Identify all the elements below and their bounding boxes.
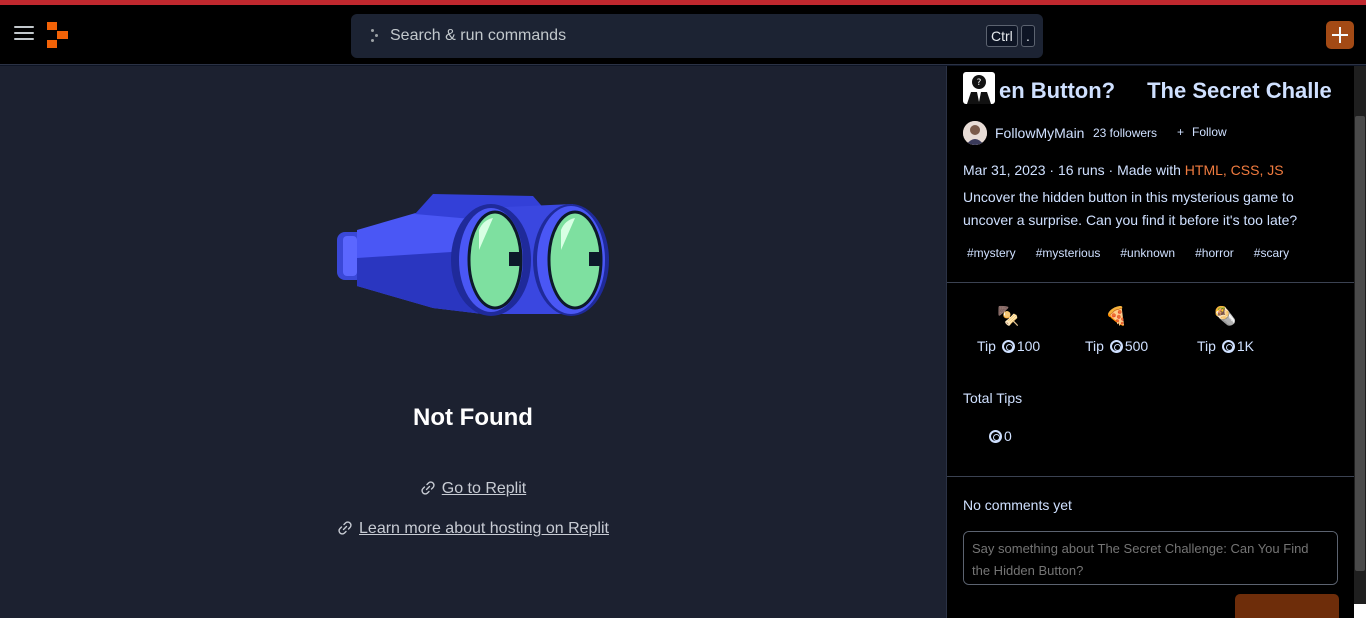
followers-count[interactable]: 23 followers xyxy=(1093,126,1157,140)
plus-icon: + xyxy=(1177,125,1185,139)
tip-100-button[interactable]: 🍢 Tip 100 xyxy=(977,306,1040,354)
learn-more-link[interactable]: Learn more about hosting on Replit xyxy=(359,520,609,537)
author-avatar[interactable] xyxy=(963,121,987,145)
tech-links[interactable]: HTML, CSS, JS xyxy=(1185,162,1284,178)
repl-description: Uncover the hidden button in this myster… xyxy=(963,189,1298,228)
svg-text:?: ? xyxy=(977,78,982,88)
link-icon xyxy=(421,481,435,495)
kbd-dot: . xyxy=(1021,25,1035,47)
author-row: FollowMyMain 23 followers + Follow xyxy=(963,121,1343,145)
tip-label: Tip xyxy=(1197,338,1216,354)
tag-mystery[interactable]: #mystery xyxy=(963,244,1020,262)
tag-unknown[interactable]: #unknown xyxy=(1116,244,1179,262)
repl-cover-icon: ? xyxy=(963,72,995,104)
top-bar: Search & run commands Ctrl . xyxy=(0,5,1366,65)
kbd-ctrl: Ctrl xyxy=(986,25,1018,47)
no-comments-text: No comments yet xyxy=(963,497,1072,513)
tag-horror[interactable]: #horror xyxy=(1191,244,1238,262)
tip-amount: 1K xyxy=(1236,338,1254,354)
learn-more-row: Learn more about hosting on Replit xyxy=(0,520,946,538)
command-icon xyxy=(369,29,381,43)
total-tips-label: Total Tips xyxy=(963,390,1023,406)
replit-logo[interactable] xyxy=(47,22,69,48)
tip-emoji: 🍕 xyxy=(1105,306,1128,326)
comment-input[interactable] xyxy=(963,531,1338,585)
scroll-corner xyxy=(1354,604,1366,618)
tip-amount: 100 xyxy=(1016,338,1041,354)
tag-scary[interactable]: #scary xyxy=(1250,244,1293,262)
search-placeholder: Search & run commands xyxy=(390,27,567,44)
tip-label: Tip xyxy=(977,338,996,354)
cycles-icon xyxy=(989,430,1002,443)
go-to-replit-row: Go to Replit xyxy=(0,480,946,498)
create-button[interactable] xyxy=(1326,21,1354,49)
go-to-replit-link[interactable]: Go to Replit xyxy=(442,480,526,497)
tip-1k-button[interactable]: 🌯 Tip 1K xyxy=(1197,306,1254,354)
post-comment-button[interactable] xyxy=(1235,594,1339,618)
tip-amount: 500 xyxy=(1124,338,1149,354)
cycles-icon xyxy=(1221,340,1235,353)
cycles-icon xyxy=(1001,340,1015,353)
scrollbar-thumb[interactable] xyxy=(1355,116,1365,571)
repl-meta: Mar 31, 2023 · 16 runs · Made with HTML,… xyxy=(963,162,1284,178)
repl-title-part-a: en Button? xyxy=(999,78,1116,103)
total-tips-amount: 0 xyxy=(1004,428,1012,444)
panel-scrollbar[interactable] xyxy=(1354,66,1366,618)
tip-emoji: 🍢 xyxy=(997,306,1020,326)
divider xyxy=(947,476,1355,477)
search-bar[interactable]: Search & run commands Ctrl . xyxy=(351,14,1043,58)
menu-icon[interactable] xyxy=(14,26,34,44)
tip-500-button[interactable]: 🍕 Tip 500 xyxy=(1085,306,1148,354)
tag-list: #mystery #mysterious #unknown #horror #scary xyxy=(963,244,1305,262)
repl-info-panel: ? en Button? The Secret Challe FollowMyMa… xyxy=(946,66,1366,618)
binoculars-illustration xyxy=(337,194,609,316)
divider xyxy=(947,282,1355,283)
author-name[interactable]: FollowMyMain xyxy=(995,125,1084,141)
not-found-area: Not Found Go to Replit Learn more about … xyxy=(0,66,946,618)
follow-button[interactable]: + Follow xyxy=(1177,125,1227,139)
link-icon xyxy=(338,521,352,535)
tag-mysterious[interactable]: #mysterious xyxy=(1032,244,1105,262)
tip-emoji: 🌯 xyxy=(1214,306,1237,326)
meta-text: Mar 31, 2023 · 16 runs · Made with xyxy=(963,162,1185,178)
repl-title-marquee: ? en Button? The Secret Challe xyxy=(963,70,1338,110)
not-found-title: Not Found xyxy=(413,404,533,431)
tip-label: Tip xyxy=(1085,338,1104,354)
total-tips-value: 0 xyxy=(987,428,1012,444)
repl-title-part-b: The Secret Challe xyxy=(1147,78,1332,103)
follow-label: Follow xyxy=(1192,125,1227,139)
cycles-icon xyxy=(1109,340,1123,353)
